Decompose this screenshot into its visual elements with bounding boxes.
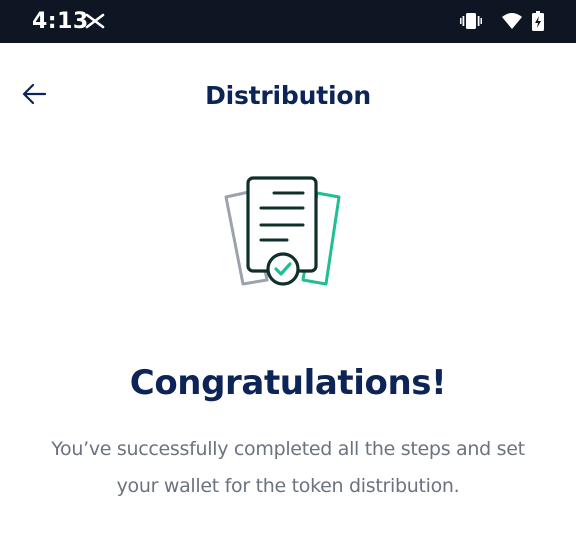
battery-icon xyxy=(532,11,544,31)
status-time: 4:13 xyxy=(32,9,89,34)
vibrate-icon xyxy=(460,11,482,31)
page-title: Distribution xyxy=(205,81,371,110)
app-header: Distribution xyxy=(0,43,576,143)
congratulations-heading: Congratulations! xyxy=(129,363,447,403)
success-message: You’ve successfully completed all the st… xyxy=(51,438,525,497)
wifi-icon xyxy=(502,11,522,31)
certified-document-icon xyxy=(215,172,355,292)
status-bar: 4:13 xyxy=(0,0,576,43)
x-logo-icon xyxy=(85,12,105,30)
